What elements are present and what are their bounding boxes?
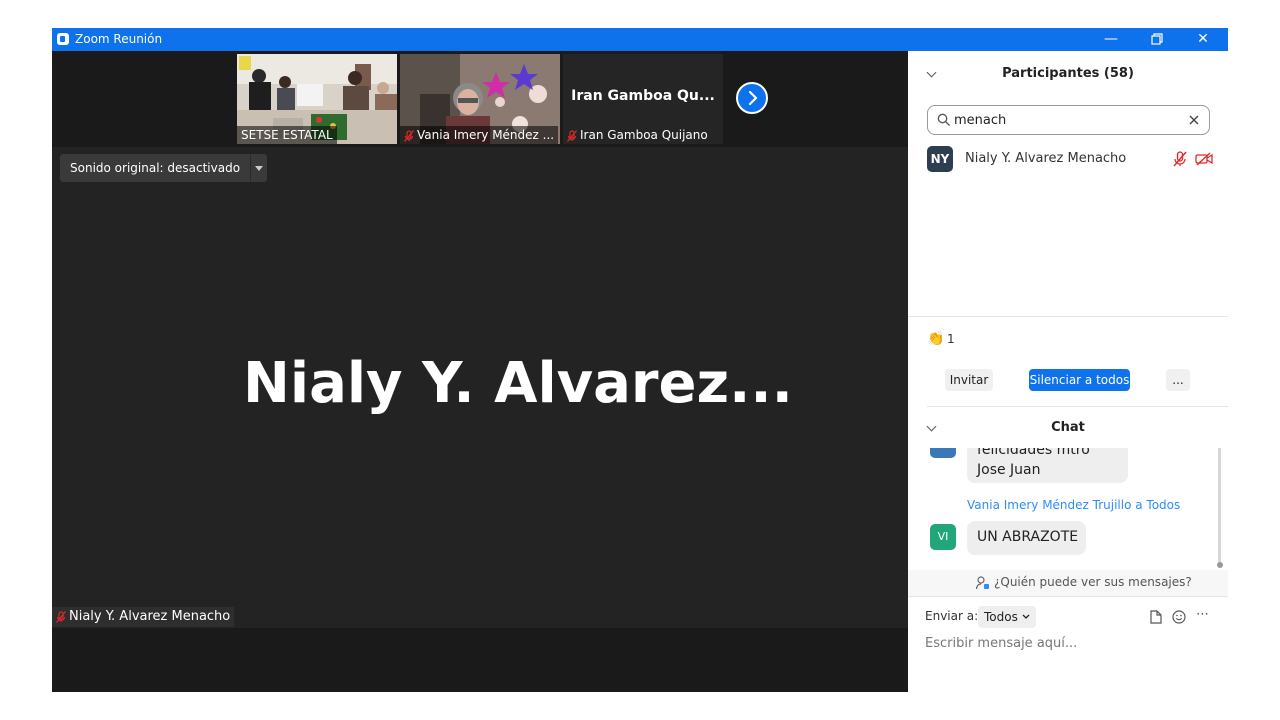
chat-bubble: felicidades mtro Jose Juan (967, 448, 1128, 483)
active-speaker-tag: Nialy Y. Alvarez Menacho (52, 607, 235, 627)
thumbnail-name-label: Vania Imery Méndez ... (400, 126, 559, 144)
invite-button[interactable]: Invitar (945, 369, 993, 391)
who-can-see-text: ¿Quién puede ver sus mensajes? (994, 575, 1192, 589)
participant-name: Nialy Y. Alvarez Menacho (965, 151, 1127, 166)
reaction-count: 1 (947, 332, 955, 346)
original-sound-button[interactable]: Sonido original: desactivado (60, 154, 251, 182)
restore-icon (1151, 33, 1163, 45)
chevron-down-icon (1022, 614, 1030, 619)
title-bar: Zoom Reunión — ✕ (52, 28, 1228, 51)
chat-header: Chat (1051, 420, 1085, 435)
participants-header: Participantes (58) (1002, 66, 1134, 81)
thumbnail-vania[interactable]: Vania Imery Méndez ... (400, 54, 560, 144)
file-icon[interactable] (1150, 610, 1162, 624)
next-page-button[interactable] (736, 82, 768, 114)
thumbnail-strip: SETSE ESTATAL Vania Imery Méndez ... Ira… (52, 51, 908, 147)
avatar: NY (927, 146, 953, 172)
microphone-muted-icon (567, 129, 577, 142)
chevron-right-icon (748, 90, 758, 106)
user-lock-icon (976, 576, 989, 590)
thumbnail-setse-estatal[interactable]: SETSE ESTATAL (237, 54, 397, 144)
search-icon (937, 113, 950, 126)
chat-message-input[interactable]: Escribir mensaje aquí... (925, 636, 1077, 651)
chat-sender[interactable]: Vania Imery Méndez Trujillo a Todos (967, 498, 1180, 512)
avatar: VI (930, 524, 956, 550)
divider (927, 406, 1228, 407)
chat-bubble: UN ABRAZOTE (967, 521, 1086, 555)
emoji-icon[interactable] (1172, 610, 1186, 624)
more-options-button[interactable]: ... (1166, 369, 1190, 391)
participant-search (927, 105, 1210, 135)
clapping-hands-icon: 👏 (927, 331, 945, 347)
thumbnail-iran[interactable]: Iran Gamboa Qu... Iran Gamboa Quijano (563, 54, 723, 144)
chat-message-text: felicidades mtro Jose Juan (977, 448, 1090, 478)
thumbnail-big-name: Iran Gamboa Qu... (571, 88, 715, 104)
more-icon[interactable]: ⋯ (1196, 607, 1209, 622)
microphone-muted-icon[interactable] (1173, 151, 1187, 167)
mute-all-button[interactable]: Silenciar a todos (1029, 369, 1130, 391)
send-to-value: Todos (984, 610, 1018, 624)
chat-scrollbar[interactable] (1218, 448, 1221, 566)
minimize-icon: — (1104, 31, 1118, 47)
who-can-see-bar[interactable]: ¿Quién puede ver sus mensajes? (908, 570, 1228, 596)
microphone-muted-icon (404, 129, 414, 142)
video-off-icon[interactable] (1195, 152, 1213, 166)
divider (908, 316, 1228, 317)
partial-avatar (930, 448, 956, 458)
original-sound-control: Sonido original: desactivado (60, 154, 268, 182)
minimize-button[interactable]: — (1088, 28, 1134, 51)
video-stage: SETSE ESTATAL Vania Imery Méndez ... Ira… (52, 51, 908, 692)
send-to-dropdown[interactable]: Todos (978, 606, 1036, 628)
meeting-controls-bar (52, 628, 908, 692)
clear-search-icon[interactable] (1189, 115, 1199, 125)
window-title: Zoom Reunión (75, 32, 163, 46)
chat-scrollbar-thumb[interactable] (1217, 562, 1223, 568)
chat-message-text: UN ABRAZOTE (977, 529, 1079, 545)
restore-button[interactable] (1134, 28, 1180, 51)
original-sound-dropdown[interactable] (250, 154, 268, 182)
side-panel: Participantes (58) NY Nialy Y. Alvarez M… (908, 51, 1228, 692)
microphone-muted-icon (56, 610, 66, 623)
active-speaker-name: Nialy Y. Alvarez... (243, 351, 793, 416)
send-to-label: Enviar a: (925, 609, 979, 623)
thumbnail-name-label: Iran Gamboa Quijano (563, 126, 712, 144)
zoom-logo-icon (57, 33, 69, 45)
close-icon: ✕ (1197, 31, 1209, 47)
close-window-button[interactable]: ✕ (1180, 28, 1226, 51)
divider (908, 596, 1228, 597)
thumbnail-name-label: SETSE ESTATAL (237, 126, 337, 144)
zoom-window: Zoom Reunión — ✕ SETSE ESTATAL Vania Ime… (52, 28, 1228, 692)
participant-search-input[interactable] (954, 111, 1184, 129)
